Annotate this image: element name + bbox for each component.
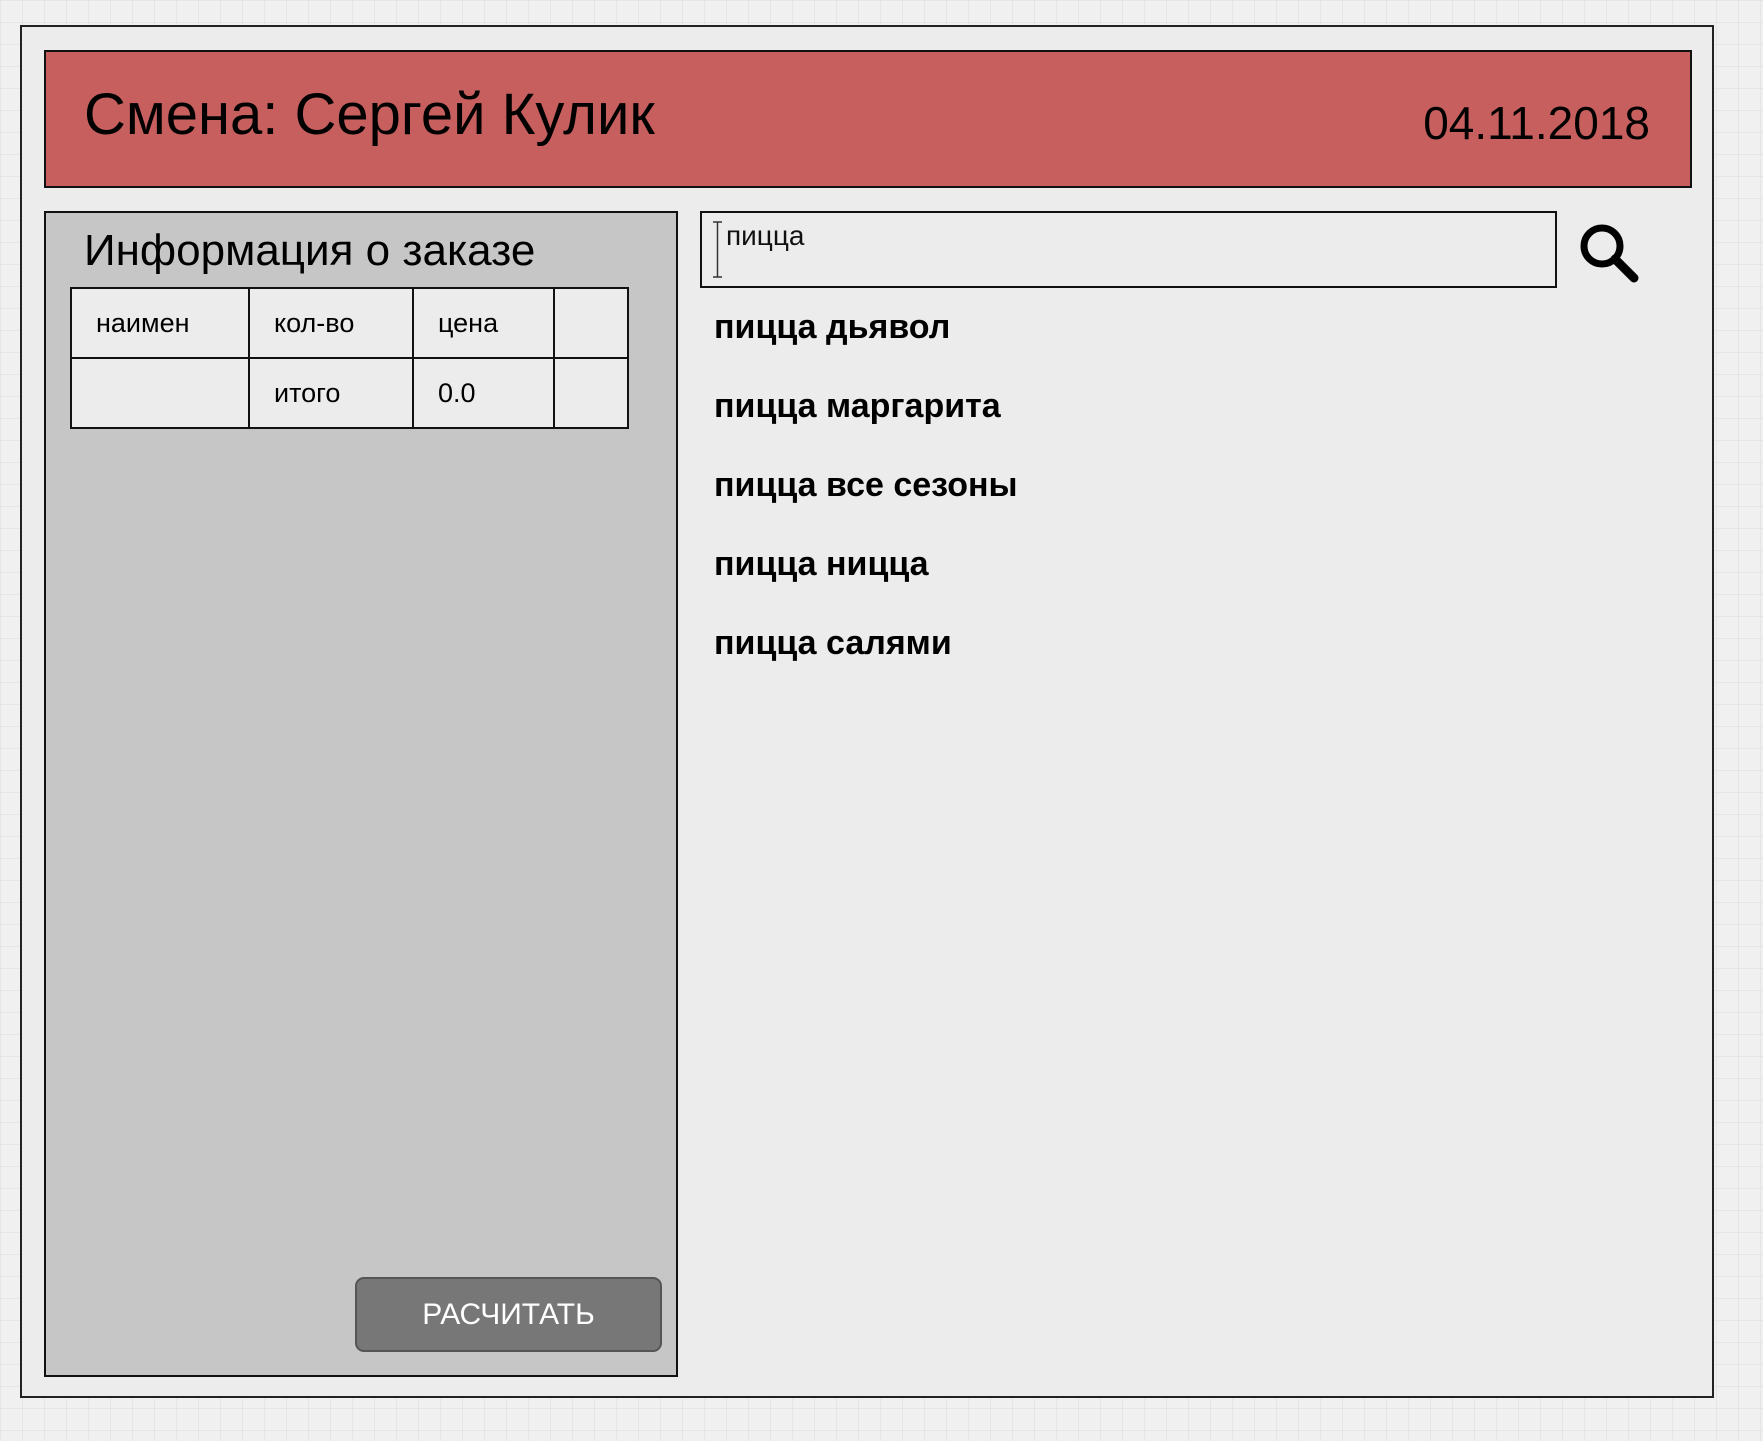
total-value: 0.0 <box>412 357 555 429</box>
search-result-item[interactable]: пицца все сезоны <box>714 468 1614 547</box>
search-result-item[interactable]: пицца маргарита <box>714 389 1614 468</box>
search-box[interactable] <box>700 199 1557 288</box>
column-extra-header <box>553 287 629 359</box>
shift-title: Смена: Сергей Кулик <box>84 82 655 147</box>
column-quantity-header: кол-во <box>248 287 414 359</box>
column-price-header: цена <box>412 287 555 359</box>
total-name-cell <box>70 357 250 429</box>
column-name-header: наимен <box>70 287 250 359</box>
search-button[interactable] <box>1573 218 1643 288</box>
search-icon <box>1580 224 1639 283</box>
total-label: итого <box>248 357 414 429</box>
search-results-list: пицца дьявол пицца маргарита пицца все с… <box>714 310 1614 705</box>
total-extra-cell <box>553 357 629 429</box>
order-table-header-row: наимен кол-во цена <box>70 287 629 359</box>
shift-header: Смена: Сергей Кулик 04.11.2018 <box>44 50 1692 188</box>
order-table: наимен кол-во цена итого 0.0 <box>70 287 629 429</box>
search-input[interactable] <box>726 199 1546 272</box>
search-result-item[interactable]: пицца дьявол <box>714 310 1614 389</box>
order-info-panel: Информация о заказе наимен кол-во цена и… <box>44 211 678 1377</box>
text-cursor-icon <box>713 221 722 278</box>
search-result-item[interactable]: пицца ницца <box>714 547 1614 626</box>
order-total-row: итого 0.0 <box>70 357 629 429</box>
search-result-item[interactable]: пицца салями <box>714 626 1614 705</box>
calculate-button[interactable]: РАСЧИТАТЬ <box>355 1277 662 1352</box>
order-info-title: Информация о заказе <box>84 226 536 275</box>
shift-date: 04.11.2018 <box>1423 97 1650 149</box>
